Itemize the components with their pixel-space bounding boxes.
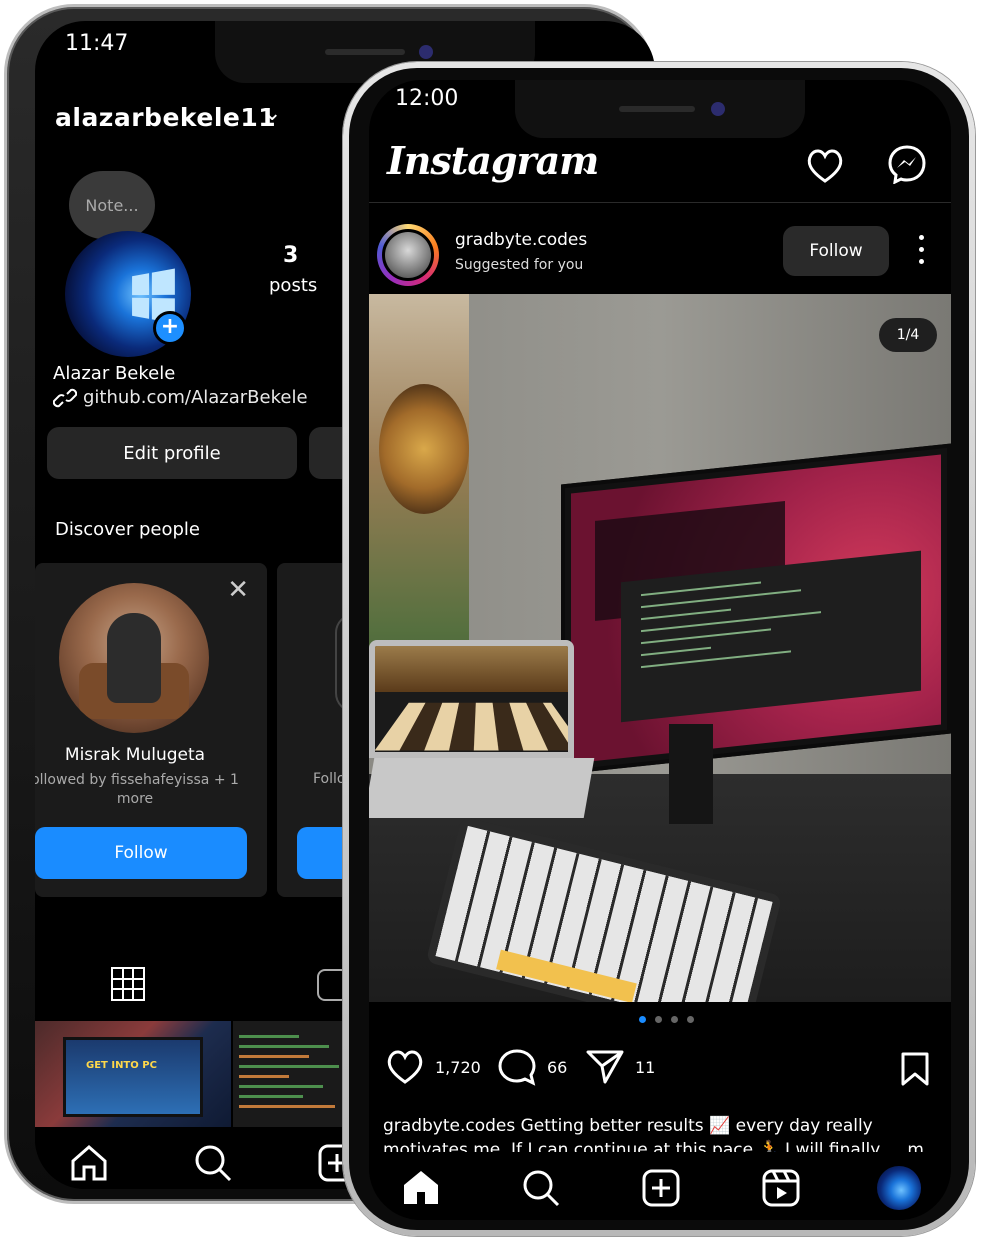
front-camera: [419, 45, 433, 59]
heart-icon[interactable]: [385, 1048, 425, 1086]
post-author-username[interactable]: gradbyte.codes: [455, 230, 587, 250]
post-image[interactable]: 1/4: [369, 294, 951, 1002]
suggestion-avatar[interactable]: [59, 583, 209, 733]
post-author-avatar[interactable]: [382, 229, 434, 281]
share-action[interactable]: 11: [585, 1048, 655, 1086]
post-suggestion-label: Suggested for you: [455, 257, 584, 273]
home-icon[interactable]: [69, 1143, 109, 1181]
phone-notch: [515, 80, 805, 138]
instagram-logo[interactable]: Instagram: [387, 138, 599, 183]
link-icon: [53, 388, 77, 407]
follow-button[interactable]: Follow: [783, 226, 889, 276]
search-icon[interactable]: [521, 1168, 561, 1208]
sun-artwork: [379, 384, 469, 514]
speaker-grille: [325, 49, 405, 55]
monitor-stand: [669, 724, 713, 824]
profile-display-name: Alazar Bekele: [53, 363, 176, 384]
suggestion-subtitle: ollowed by fissehafeyissa + 1 more: [35, 772, 239, 807]
more-options-icon[interactable]: [917, 232, 925, 266]
speaker-grille: [619, 106, 695, 112]
post-thumbnail[interactable]: GET INTO PC: [35, 1021, 231, 1127]
front-camera: [711, 102, 725, 116]
laptop-base: [369, 758, 595, 818]
feed-screen: 12:00 Instagram ⌄ gradbyte.codes Suggest…: [369, 80, 951, 1220]
header-divider: [369, 202, 951, 203]
comment-action[interactable]: 66: [497, 1048, 567, 1086]
front-phone-frame: 12:00 Instagram ⌄ gradbyte.codes Suggest…: [343, 62, 975, 1236]
monitor-graphic: [561, 443, 951, 775]
suggestion-subtitle: Follo: [313, 771, 346, 787]
posts-label: posts: [269, 275, 318, 296]
close-icon[interactable]: ✕: [227, 575, 249, 605]
profile-avatar[interactable]: [877, 1166, 921, 1210]
comments-count: 66: [547, 1057, 568, 1077]
status-time: 11:47: [65, 31, 129, 56]
discover-people-heading: Discover people: [55, 519, 201, 540]
comment-icon[interactable]: [497, 1048, 537, 1086]
messenger-icon[interactable]: [887, 144, 927, 184]
like-action[interactable]: 1,720: [385, 1048, 481, 1086]
create-post-icon[interactable]: [641, 1168, 681, 1208]
follow-button[interactable]: Follow: [35, 827, 247, 879]
bottom-nav: [369, 1152, 951, 1220]
profile-link[interactable]: github.com/AlazarBekele: [53, 387, 308, 408]
carousel-dot-active: [639, 1016, 646, 1023]
likes-count: 1,720: [435, 1057, 481, 1077]
post-actions: 1,720 66 11: [369, 1048, 951, 1094]
carousel-dot: [655, 1016, 662, 1023]
grid-icon-svg: [111, 967, 145, 1001]
reels-icon[interactable]: [761, 1168, 801, 1208]
suggestion-name: Misrak Mulugeta: [64, 745, 206, 765]
bookmark-icon[interactable]: [899, 1052, 931, 1086]
carousel-dot: [687, 1016, 694, 1023]
post-caption-more[interactable]: motivates me. If I can continue at this …: [383, 1138, 923, 1152]
chevron-down-icon[interactable]: ⌄: [579, 154, 596, 178]
monitor-graphic: GET INTO PC: [63, 1037, 203, 1117]
home-icon[interactable]: [401, 1168, 441, 1206]
image-counter: 1/4: [879, 318, 937, 352]
edit-profile-button[interactable]: Edit profile: [47, 427, 297, 479]
note-bubble[interactable]: Note...: [69, 171, 155, 239]
add-story-button[interactable]: +: [153, 311, 187, 345]
carousel-dot: [671, 1016, 678, 1023]
heart-icon[interactable]: [805, 146, 845, 186]
profile-username[interactable]: alazarbekele11: [55, 103, 276, 132]
thumbnail-text: GET INTO PC: [86, 1060, 157, 1071]
status-time: 12:00: [395, 86, 459, 111]
laptop-graphic: [369, 640, 574, 758]
grid-icon[interactable]: [111, 967, 145, 1001]
suggestion-card[interactable]: ✕ Misrak Mulugeta ollowed by fissehafeyi…: [35, 563, 267, 897]
profile-link-text[interactable]: github.com/AlazarBekele: [83, 387, 308, 408]
chevron-down-icon[interactable]: ⌄: [263, 101, 281, 126]
share-icon[interactable]: [585, 1048, 625, 1086]
shares-count: 11: [635, 1057, 656, 1077]
search-icon[interactable]: [193, 1143, 233, 1183]
person-graphic: [107, 613, 161, 703]
mockup-stage: 11:47 alazarbekele11 ⌄ Note... + 3 posts…: [0, 0, 982, 1237]
chessboard-graphic: [375, 702, 568, 751]
posts-count: 3: [283, 243, 299, 268]
post-caption: gradbyte.codes Getting better results 📈 …: [383, 1116, 873, 1136]
carousel-dots: [639, 1016, 694, 1023]
